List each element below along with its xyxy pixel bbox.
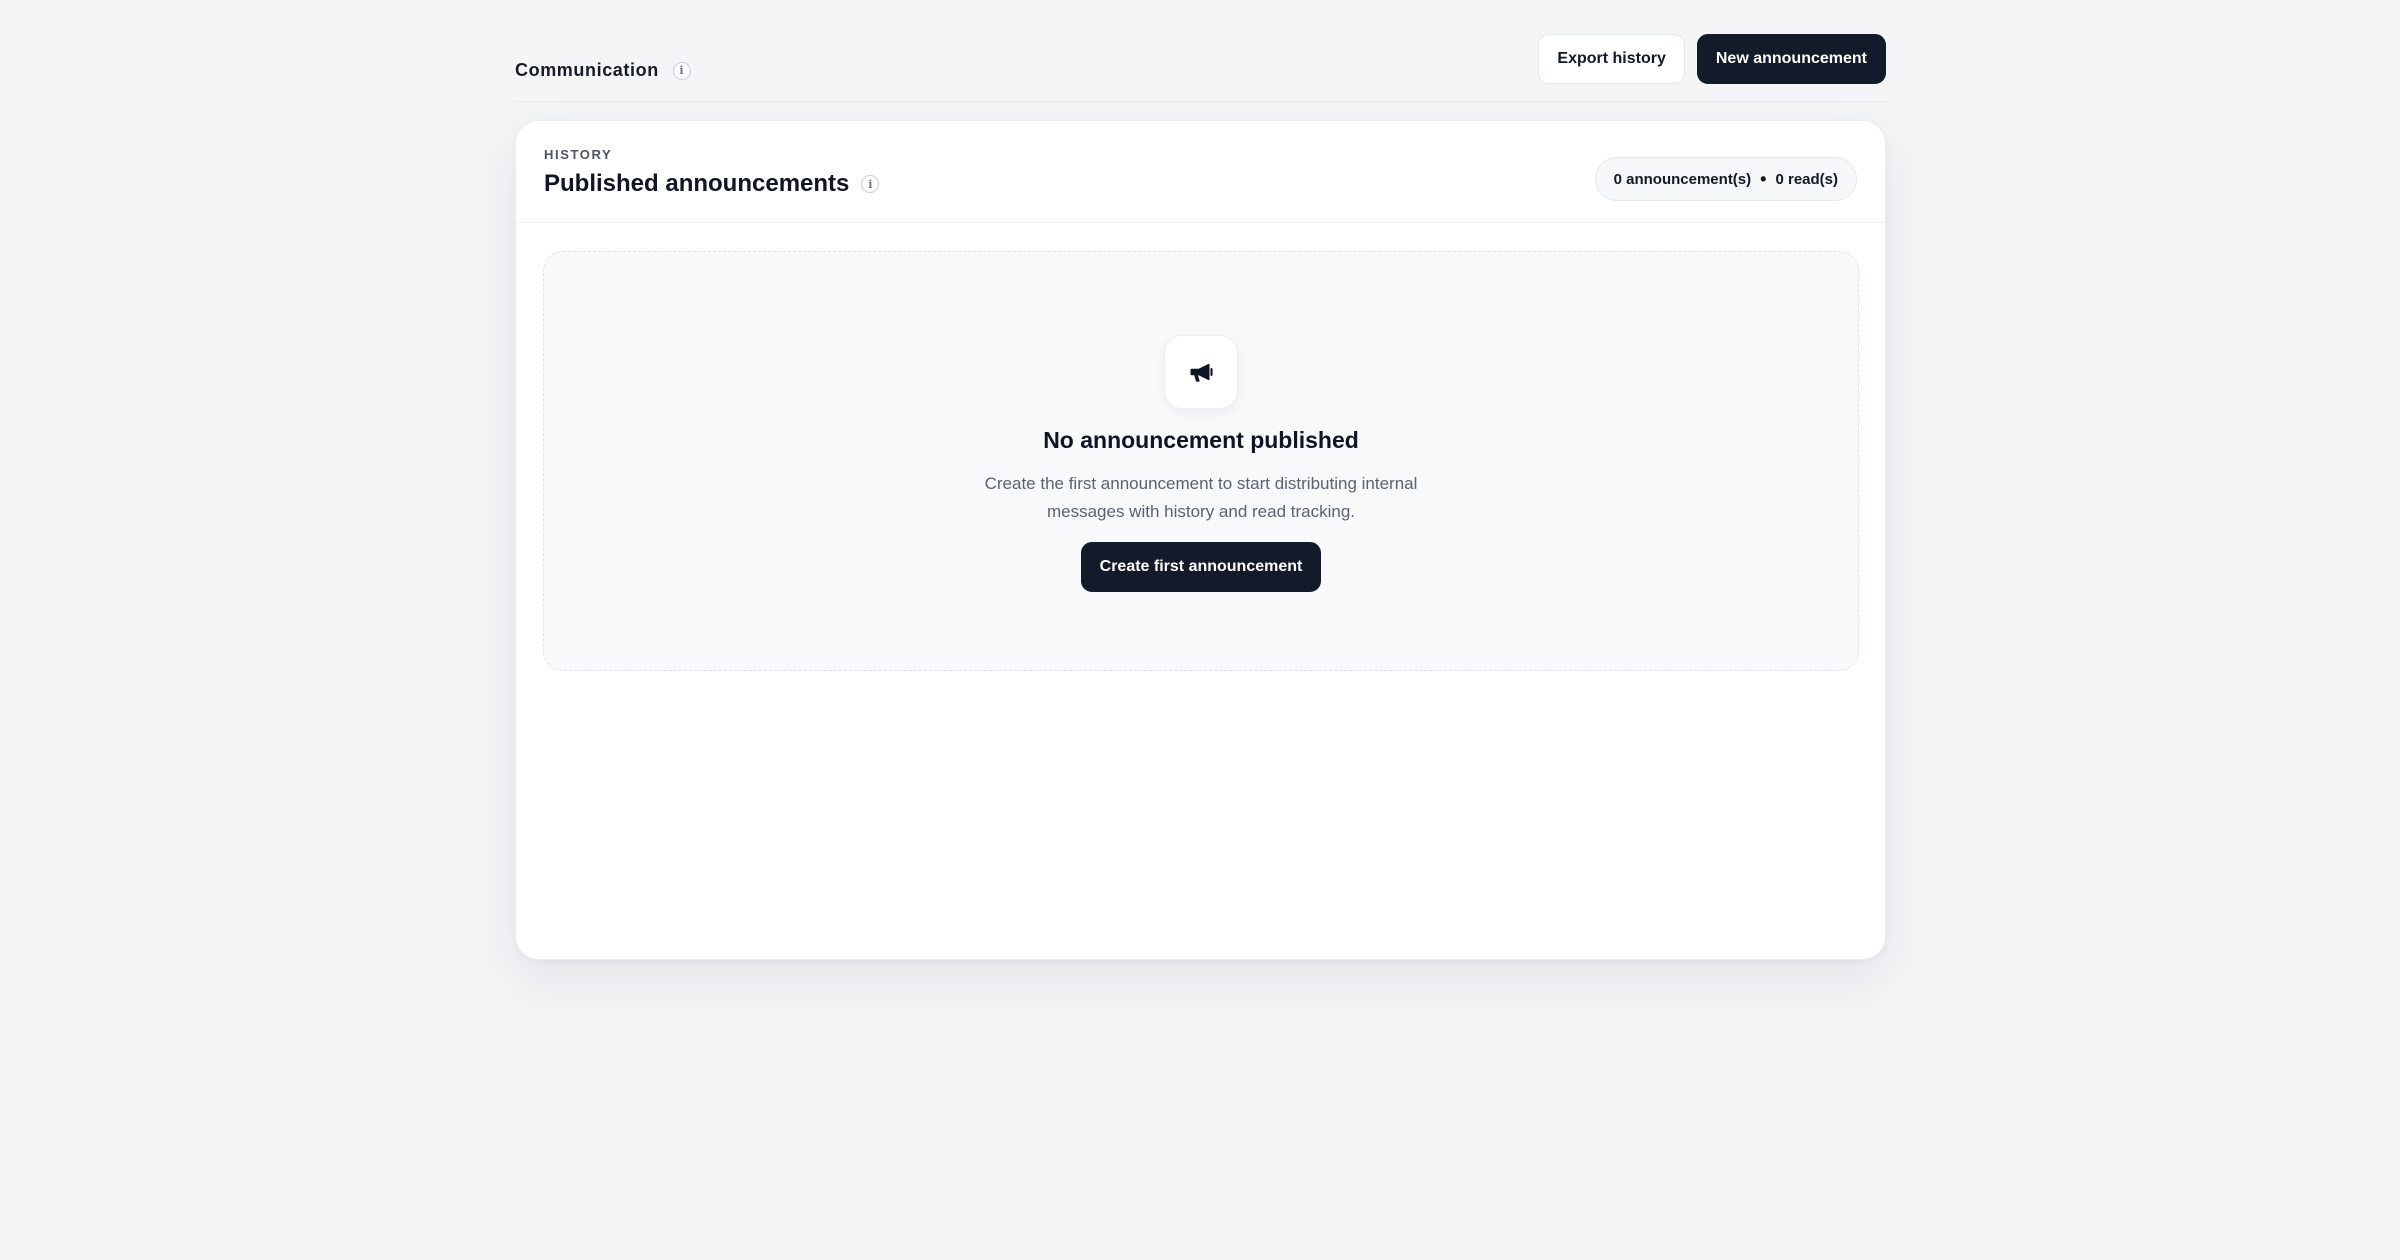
new-announcement-button[interactable]: New announcement: [1696, 34, 1886, 84]
announcement-count: 0 announcement(s): [1613, 170, 1752, 188]
header-actions: Export history New announcement: [1538, 34, 1886, 84]
card-title-text: Published announcements: [544, 170, 850, 197]
info-icon[interactable]: i: [672, 61, 691, 80]
empty-state: No announcement published Create the fir…: [543, 251, 1859, 671]
create-first-announcement-button[interactable]: Create first announcement: [1080, 542, 1322, 592]
page-header: Communication i Export history New annou…: [515, 34, 1886, 102]
announcements-card: HISTORY Published announcements i 0 anno…: [515, 120, 1886, 960]
export-history-button[interactable]: Export history: [1538, 34, 1685, 84]
read-count: 0 read(s): [1775, 170, 1838, 188]
card-eyebrow: HISTORY: [544, 147, 613, 162]
announcement-count-badge: 0 announcement(s) • 0 read(s): [1594, 157, 1857, 201]
page: Communication i Export history New annou…: [515, 0, 1886, 960]
card-header: HISTORY Published announcements i 0 anno…: [516, 121, 1885, 223]
separator-dot: •: [1760, 169, 1767, 189]
card-title: Published announcements i: [544, 170, 880, 198]
empty-state-title: No announcement published: [1043, 427, 1359, 453]
info-icon[interactable]: i: [861, 175, 880, 193]
card-heading: HISTORY Published announcements i: [544, 147, 880, 198]
megaphone-icon-glyph: [1190, 363, 1213, 382]
section-label: Communication i: [515, 60, 691, 83]
megaphone-icon: [1164, 335, 1238, 409]
section-title: Communication: [515, 60, 659, 80]
empty-state-description: Create the first announcement to start d…: [984, 474, 1418, 521]
